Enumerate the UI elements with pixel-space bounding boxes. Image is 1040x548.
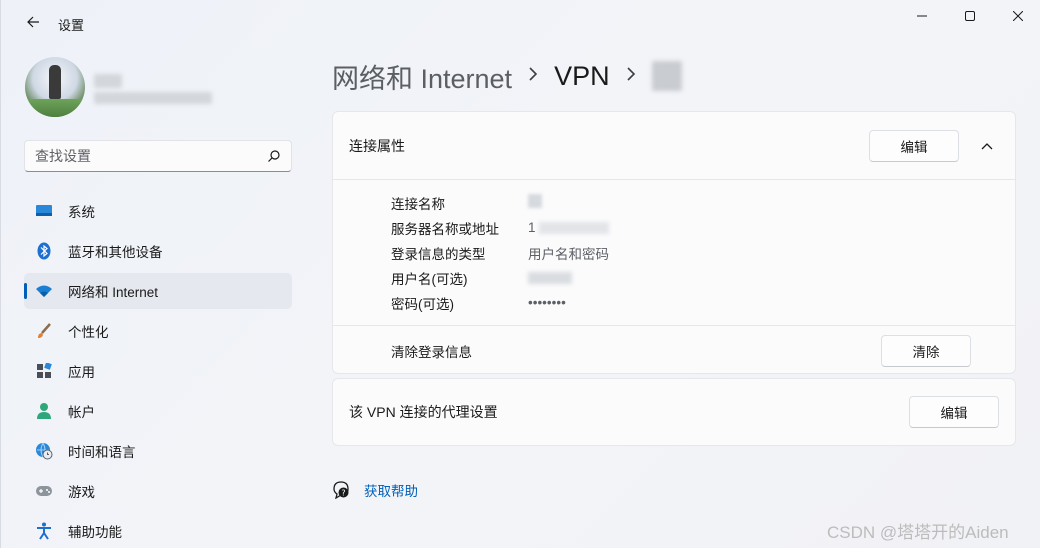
sidebar-item-label: 辅助功能 [68, 525, 122, 540]
search-icon[interactable] [267, 149, 281, 163]
breadcrumb: 网络和 Internet VPN [332, 56, 682, 96]
sidebar-item-label: 时间和语言 [68, 445, 136, 460]
sidebar-item-time-language[interactable]: 时间和语言 [24, 433, 292, 469]
account-person-icon [35, 402, 53, 420]
breadcrumb-current-redacted [651, 61, 682, 91]
proxy-settings-title: 该 VPN 连接的代理设置 [349, 404, 498, 420]
property-value: 用户名和密码 [528, 246, 609, 262]
wifi-network-icon [35, 282, 53, 300]
proxy-settings-row: 该 VPN 连接的代理设置 编辑 [333, 379, 1015, 445]
sidebar-item-label: 系统 [68, 205, 95, 220]
avatar-ground [25, 99, 85, 117]
sidebar-item-label: 网络和 Internet [68, 285, 159, 300]
sidebar-item-bluetooth[interactable]: 蓝牙和其他设备 [24, 233, 292, 269]
sidebar-item-label: 个性化 [68, 325, 109, 340]
edit-connection-button[interactable]: 编辑 [869, 129, 959, 162]
get-help-link[interactable]: ? 获取帮助 [332, 480, 418, 500]
globe-clock-icon [35, 442, 53, 460]
property-row: 登录信息的类型 用户名和密码 [391, 240, 1015, 265]
property-row: 密码(可选) •••••••• [391, 290, 1015, 315]
property-row: 连接名称 [391, 190, 1015, 215]
redacted-email [94, 92, 212, 104]
app-title: 设置 [58, 18, 85, 33]
apps-icon [35, 362, 53, 380]
property-key: 登录信息的类型 [391, 246, 486, 262]
clear-login-row: 清除登录信息 清除 [333, 325, 1015, 376]
sidebar-nav: 系统 蓝牙和其他设备 网络和 Internet 个性化 应用 帐户 时间和语言 … [24, 193, 292, 548]
property-row: 服务器名称或地址 1 [391, 215, 1015, 240]
chevron-right-icon [528, 65, 538, 88]
close-icon [1013, 11, 1023, 21]
avatar[interactable] [25, 57, 85, 117]
redacted-username [94, 74, 122, 88]
property-row: 用户名(可选) [391, 265, 1015, 290]
chevron-up-icon[interactable] [975, 142, 999, 150]
sidebar-item-apps[interactable]: 应用 [24, 353, 292, 389]
property-value-redacted [528, 194, 542, 211]
search-box[interactable] [24, 140, 292, 172]
watermark: CSDN @塔塔开的Aiden [827, 523, 1009, 542]
minimize-icon [917, 15, 927, 17]
get-help-label: 获取帮助 [364, 484, 418, 499]
title-bar: 设置 [1, 0, 1040, 44]
sidebar-item-network[interactable]: 网络和 Internet [24, 273, 292, 309]
sidebar-item-label: 帐户 [68, 405, 95, 420]
property-key: 用户名(可选) [391, 271, 468, 287]
sidebar-item-label: 蓝牙和其他设备 [68, 245, 163, 260]
property-key: 服务器名称或地址 [391, 221, 499, 237]
sidebar-item-personalization[interactable]: 个性化 [24, 313, 292, 349]
minimize-button[interactable] [899, 0, 945, 32]
edit-proxy-button[interactable]: 编辑 [909, 396, 999, 428]
search-input[interactable] [35, 148, 267, 164]
clear-login-label: 清除登录信息 [391, 345, 472, 360]
settings-window: 设置 查找设置 系统 蓝牙和其他设备 网络和 Internet 个性化 应用 帐… [0, 0, 1040, 548]
maximize-button[interactable] [947, 0, 993, 32]
sidebar-item-accounts[interactable]: 帐户 [24, 393, 292, 429]
back-arrow-icon [27, 16, 39, 28]
accessibility-icon [35, 522, 53, 540]
svg-text:?: ? [341, 489, 345, 498]
sidebar-item-label: 游戏 [68, 485, 95, 500]
property-key: 密码(可选) [391, 296, 454, 312]
maximize-icon [965, 11, 975, 21]
system-display-icon [35, 202, 53, 220]
help-chat-icon: ? [333, 481, 349, 499]
sidebar-item-label: 应用 [68, 365, 95, 380]
property-value: •••••••• [528, 295, 566, 310]
clear-button[interactable]: 清除 [881, 335, 971, 367]
property-key: 连接名称 [391, 196, 445, 212]
gamepad-icon [35, 482, 53, 500]
sidebar-item-accessibility[interactable]: 辅助功能 [24, 513, 292, 548]
back-button[interactable] [19, 8, 47, 36]
close-button[interactable] [995, 0, 1040, 32]
proxy-settings-card: 该 VPN 连接的代理设置 编辑 [332, 378, 1016, 446]
breadcrumb-parent[interactable]: 网络和 Internet [332, 57, 512, 96]
sidebar-item-system[interactable]: 系统 [24, 193, 292, 229]
sidebar-item-gaming[interactable]: 游戏 [24, 473, 292, 509]
breadcrumb-middle[interactable]: VPN [554, 61, 610, 92]
connection-properties-header[interactable]: 连接属性 编辑 [333, 112, 1015, 180]
avatar-figure [49, 65, 61, 99]
connection-properties-list: 连接名称 服务器名称或地址 1 登录信息的类型 用户名和密码 用户名(可选) 密… [333, 180, 1015, 325]
paintbrush-icon [35, 322, 53, 340]
property-value-redacted [528, 270, 572, 285]
chevron-right-icon [626, 65, 636, 88]
property-value-redacted: 1 [528, 220, 610, 235]
connection-properties-title: 连接属性 [349, 137, 405, 154]
bluetooth-icon [35, 242, 53, 260]
connection-properties-card: 连接属性 编辑 连接名称 服务器名称或地址 1 登录信息的类型 用户名和密码 用… [332, 111, 1016, 374]
